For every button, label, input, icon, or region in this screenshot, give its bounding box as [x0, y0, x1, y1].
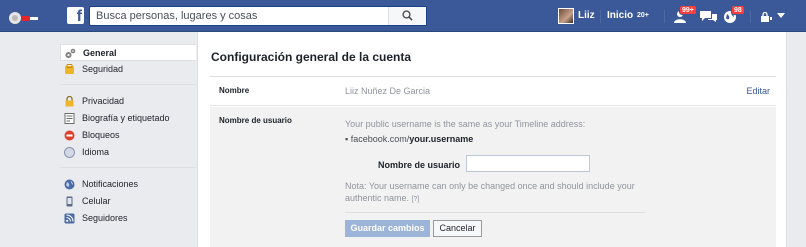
mobile-icon: [66, 196, 73, 207]
friend-requests-badge: 99+: [679, 5, 697, 15]
divider: [664, 10, 665, 23]
lock-icon: [65, 96, 74, 107]
home-link[interactable]: Inicio: [607, 10, 633, 21]
page-title: Configuración general de la cuenta: [211, 50, 412, 64]
sidebar-item-followers[interactable]: Seguidores: [60, 210, 196, 227]
sidebar-item-mobile[interactable]: Celular: [60, 193, 196, 210]
username-description: Your public username is the same as your…: [345, 119, 586, 129]
timeline-icon: [64, 113, 75, 124]
divider: [750, 10, 751, 23]
search-input[interactable]: [90, 7, 390, 25]
sidebar-item-label: Seguridad: [82, 64, 124, 74]
messages-icon[interactable]: [700, 10, 718, 23]
extension-logo-icon[interactable]: [6, 9, 40, 25]
account-menu-chevron-down-icon[interactable]: [777, 13, 785, 19]
settings-panel: Configuración general de la cuenta Nombr…: [197, 32, 787, 247]
sidebar-item-label: General: [83, 48, 117, 58]
sidebar-item-label: Notificaciones: [82, 179, 139, 189]
search-button[interactable]: [388, 7, 426, 25]
row-value: Liiz Nuñez De Garcia: [345, 86, 431, 96]
divider: [600, 10, 601, 23]
top-navigation-bar: f Liiz Inicio 20+ 99+ 98: [0, 0, 806, 32]
row-label: Nombre: [219, 86, 250, 95]
sidebar-item-label: Seguidores: [82, 213, 128, 223]
avatar[interactable]: [558, 8, 574, 24]
shield-icon: [65, 64, 74, 74]
settings-sidebar: General Seguridad Privacidad Biografía y…: [60, 44, 196, 241]
notifications-badge: 98: [731, 5, 745, 15]
sidebar-item-label: Privacidad: [82, 96, 125, 106]
cancel-button[interactable]: Cancelar: [433, 220, 482, 237]
sidebar-item-language[interactable]: Idioma: [60, 144, 196, 161]
profile-link[interactable]: Liiz: [578, 10, 595, 21]
sidebar-item-privacy[interactable]: Privacidad: [60, 93, 196, 110]
search-box: [89, 6, 427, 26]
gear-icon: [65, 48, 76, 58]
row-label: Nombre de usuario: [219, 116, 292, 125]
globe-icon: [64, 147, 75, 158]
save-changes-button[interactable]: Guardar cambios: [345, 220, 430, 237]
settings-row-name[interactable]: Nombre Liiz Nuñez De Garcia Editar: [210, 77, 776, 106]
globe-icon: [64, 179, 75, 190]
sidebar-item-timeline[interactable]: Biografía y etiquetado: [60, 110, 196, 127]
url-prefix: facebook.com/: [350, 134, 410, 144]
note-text: Nota: Your username can only be changed …: [345, 181, 635, 203]
sidebar-item-label: Bloqueos: [82, 130, 120, 140]
sidebar-item-blocking[interactable]: Bloqueos: [60, 127, 196, 144]
facebook-logo[interactable]: f: [67, 7, 84, 25]
url-username: your.username: [409, 134, 474, 144]
sidebar-item-label: Biografía y etiquetado: [82, 113, 170, 123]
sidebar-item-general[interactable]: General: [60, 44, 196, 61]
username-note: Nota: Your username can only be changed …: [345, 180, 661, 206]
sidebar-item-security[interactable]: Seguridad: [60, 61, 196, 78]
sidebar-item-notifications[interactable]: Notificaciones: [60, 176, 196, 193]
sidebar-group: Notificaciones Celular Seguidores: [60, 176, 196, 233]
sidebar-group: General Seguridad: [60, 44, 196, 85]
divider: [345, 212, 645, 213]
sidebar-item-label: Idioma: [82, 147, 110, 157]
home-count-badge: 20+: [637, 12, 649, 19]
edit-link[interactable]: Editar: [746, 86, 770, 96]
sidebar-item-label: Celular: [82, 196, 111, 206]
username-input[interactable]: [466, 155, 590, 172]
help-link[interactable]: [?]: [412, 196, 420, 203]
username-field-label: Nombre de usuario: [378, 160, 461, 170]
search-icon: [402, 10, 413, 21]
block-icon: [64, 130, 75, 141]
username-url: ▪ facebook.com/your.username: [345, 134, 474, 144]
settings-row-username: Nombre de usuario Your public username i…: [210, 107, 776, 247]
rss-icon: [64, 213, 75, 224]
privacy-shortcuts-icon[interactable]: [760, 12, 772, 22]
sidebar-group: Privacidad Biografía y etiquetado Bloque…: [60, 93, 196, 168]
